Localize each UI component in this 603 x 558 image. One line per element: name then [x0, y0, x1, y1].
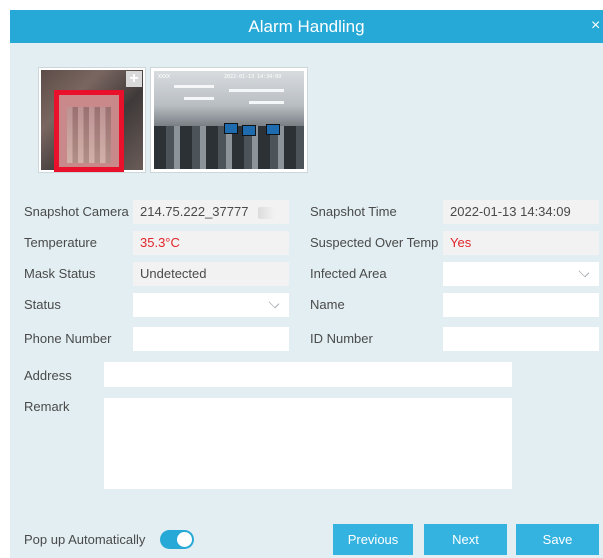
monitor: [266, 124, 280, 135]
chevron-down-icon: [268, 297, 280, 309]
close-icon[interactable]: ×: [591, 17, 603, 35]
snapshot-camera-value: 214.75.222_37777: [140, 204, 249, 219]
alarm-handling-dialog: Alarm Handling × + XXXX 2022-01-13 14:34…: [10, 10, 603, 558]
ceiling-light: [249, 101, 284, 104]
toggle-knob: [177, 532, 192, 547]
monitor: [242, 125, 256, 136]
plus-icon[interactable]: +: [126, 71, 142, 87]
popup-automatically-toggle[interactable]: [160, 530, 194, 549]
snapshot-camera-field: 214.75.222_37777: [133, 200, 289, 224]
previous-button[interactable]: Previous: [333, 524, 413, 555]
infected-area-select[interactable]: [443, 262, 599, 286]
monitor: [224, 123, 238, 134]
id-number-input[interactable]: [443, 327, 599, 351]
suspected-over-temp-label: Suspected Over Temp: [310, 235, 439, 250]
dialog-titlebar: Alarm Handling ×: [10, 10, 603, 43]
name-input[interactable]: [443, 293, 599, 317]
scene-time-stamp: 2022-01-13 14:34:09: [224, 74, 282, 80]
status-select[interactable]: [133, 293, 289, 317]
id-number-label: ID Number: [310, 331, 373, 346]
chevron-down-icon: [578, 266, 590, 278]
address-label: Address: [24, 368, 72, 383]
phone-number-input[interactable]: [133, 327, 289, 351]
ceiling-light: [174, 85, 214, 88]
field-fade: [253, 200, 289, 224]
next-button[interactable]: Next: [424, 524, 507, 555]
snapshot-camera-label: Snapshot Camera: [24, 204, 129, 219]
temperature-field: 35.3°C: [133, 231, 289, 255]
scene-snapshot-thumbnail[interactable]: XXXX 2022-01-13 14:34:09: [150, 67, 308, 173]
name-label: Name: [310, 297, 345, 312]
scene-channel-stamp: XXXX: [158, 74, 171, 80]
mask-status-label: Mask Status: [24, 266, 96, 281]
status-label: Status: [24, 297, 61, 312]
popup-automatically-label: Pop up Automatically: [24, 532, 146, 547]
save-button[interactable]: Save: [516, 524, 599, 555]
blurred-face: [67, 107, 111, 163]
remark-textarea[interactable]: [104, 398, 512, 489]
ceiling-light: [229, 89, 284, 92]
dialog-title: Alarm Handling: [248, 17, 365, 36]
temperature-label: Temperature: [24, 235, 97, 250]
ceiling-light: [184, 97, 214, 100]
mask-status-field: Undetected: [133, 262, 289, 286]
remark-label: Remark: [24, 399, 70, 414]
address-input[interactable]: [104, 362, 512, 387]
scene-snapshot-image: XXXX 2022-01-13 14:34:09: [154, 71, 304, 169]
face-snapshot-thumbnail[interactable]: +: [38, 67, 146, 173]
phone-number-label: Phone Number: [24, 331, 112, 346]
suspected-over-temp-field: Yes: [443, 231, 599, 255]
infected-area-label: Infected Area: [310, 266, 387, 281]
snapshot-time-field: 2022-01-13 14:34:09: [443, 200, 599, 224]
face-detection-box: [54, 90, 124, 172]
snapshot-time-label: Snapshot Time: [310, 204, 397, 219]
